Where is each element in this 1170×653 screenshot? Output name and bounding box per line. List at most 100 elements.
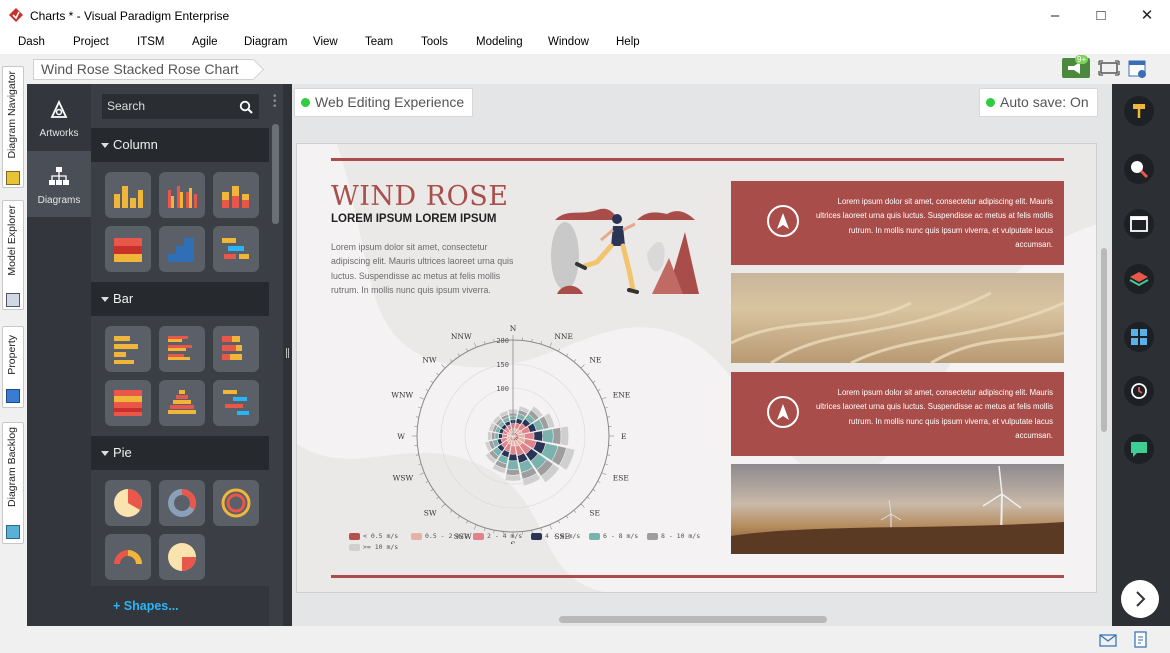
fit-page-icon[interactable] <box>1098 59 1120 77</box>
windrose-tick <box>483 341 486 345</box>
autosave-pill[interactable]: Auto save: On <box>979 88 1098 117</box>
close-button[interactable]: ✕ <box>1132 6 1162 26</box>
heat-column-thumb[interactable] <box>105 226 151 272</box>
panel-button[interactable] <box>1124 209 1154 239</box>
column-chart-thumb[interactable] <box>105 172 151 218</box>
windrose-tick <box>566 353 569 357</box>
menu-team[interactable]: Team <box>365 36 393 48</box>
legend-item: 6 - 8 m/s <box>589 532 638 540</box>
history-button[interactable] <box>1124 376 1154 406</box>
diagrams-button[interactable]: Diagrams <box>27 151 91 217</box>
diagram-canvas[interactable]: Web Editing Experience Auto save: On WIN… <box>292 84 1112 626</box>
tab-diagram-backlog-label: Diagram Backlog <box>6 427 18 507</box>
windrose-tick <box>436 496 439 500</box>
menu-modeling[interactable]: Modeling <box>476 36 523 48</box>
stacked-column-thumb[interactable] <box>213 172 259 218</box>
zoom-button[interactable] <box>1124 154 1154 184</box>
pie-variant-thumb[interactable] <box>159 534 205 580</box>
breadcrumb-label: Wind Rose Stacked Rose Chart <box>41 61 239 77</box>
group-pie-header[interactable]: Pie <box>91 436 269 470</box>
infographic-body: Lorem ipsum dolor sit amet, consectetur … <box>331 242 514 296</box>
document-edit-icon[interactable] <box>1133 631 1149 649</box>
windrose-radial-label: 150 <box>496 361 509 369</box>
stacked-bar-thumb[interactable] <box>213 326 259 372</box>
tab-diagram-navigator[interactable]: Diagram Navigator <box>2 66 24 188</box>
range-bar-thumb[interactable] <box>213 380 259 426</box>
menu-window[interactable]: Window <box>548 36 589 48</box>
wind-turbines-image <box>731 465 1064 554</box>
group-column-header[interactable]: Column <box>91 128 269 162</box>
legend-swatch <box>349 532 360 540</box>
half-donut-thumb[interactable] <box>105 534 151 580</box>
web-editing-label: Web Editing Experience <box>315 94 465 110</box>
artworks-button[interactable]: Artworks <box>27 84 91 150</box>
panel-scrollbar[interactable] <box>272 124 279 224</box>
layers-button[interactable] <box>1124 264 1154 294</box>
menu-view[interactable]: View <box>313 36 338 48</box>
heat-bar-thumb[interactable] <box>105 380 151 426</box>
ring-chart-icon <box>221 488 251 518</box>
menu-diagram[interactable]: Diagram <box>244 36 287 48</box>
group-bar-header[interactable]: Bar <box>91 282 269 316</box>
menu-itsm[interactable]: ITSM <box>137 36 164 48</box>
grouped-bar-thumb[interactable] <box>159 326 205 372</box>
windrose-tick <box>601 397 607 400</box>
maximize-button[interactable]: □ <box>1086 6 1116 26</box>
donut-chart-thumb[interactable] <box>159 480 205 526</box>
comments-button[interactable] <box>1124 434 1154 464</box>
shapes-link[interactable]: + Shapes... <box>91 586 269 626</box>
windrose-direction-label: N <box>510 324 517 333</box>
menu-agile[interactable]: Agile <box>192 36 218 48</box>
half-donut-icon <box>114 550 142 564</box>
mail-icon[interactable] <box>1099 634 1117 647</box>
legend-label: < 0.5 m/s <box>363 532 399 540</box>
windrose-tick <box>425 389 429 392</box>
bar-chart-icon <box>114 336 138 364</box>
vertical-scrollbar[interactable] <box>1101 248 1107 432</box>
windrose-direction-label: S <box>510 540 515 544</box>
windrose-tick <box>430 380 434 383</box>
infographic-page[interactable]: WIND ROSE LOREM IPSUM LOREM IPSUM Lorem … <box>296 143 1097 593</box>
format-painter-button[interactable] <box>1124 96 1154 126</box>
notification-button[interactable]: 9+ <box>1062 55 1090 78</box>
info-card-1-text: Lorem ipsum dolor sit amet, consectetur … <box>815 197 1053 249</box>
windrose-sector <box>487 431 493 441</box>
minimize-button[interactable]: – <box>1040 6 1070 26</box>
range-column-thumb[interactable] <box>213 226 259 272</box>
windrose-tick <box>531 338 533 342</box>
tab-diagram-backlog[interactable]: Diagram Backlog <box>2 422 24 544</box>
expand-panel-button[interactable] <box>1121 580 1159 618</box>
step-column-thumb[interactable] <box>159 226 205 272</box>
search-input[interactable]: Search <box>102 94 259 119</box>
web-editing-pill[interactable]: Web Editing Experience <box>294 88 474 117</box>
windrose-sector <box>491 431 496 441</box>
bar-chart-thumb[interactable] <box>105 326 151 372</box>
menu-dash[interactable]: Dash <box>18 36 45 48</box>
panel-splitter[interactable] <box>283 84 292 626</box>
tab-model-explorer[interactable]: Model Explorer <box>2 200 24 310</box>
layout-settings-icon[interactable] <box>1128 59 1148 79</box>
windrose-tick <box>457 515 460 519</box>
grouped-column-thumb[interactable] <box>159 172 205 218</box>
menu-tools[interactable]: Tools <box>421 36 448 48</box>
property-icon <box>6 389 20 403</box>
windrose-sector <box>533 430 544 442</box>
menu-help[interactable]: Help <box>616 36 640 48</box>
grid-icon <box>1131 329 1147 345</box>
grid-button[interactable] <box>1124 322 1154 352</box>
ring-chart-thumb[interactable] <box>213 480 259 526</box>
panel-menu-icon[interactable]: • • • <box>273 92 277 112</box>
windrose-radial-label: 100 <box>496 385 509 393</box>
north-arrow-icon <box>777 213 789 229</box>
horizontal-scrollbar[interactable] <box>559 616 827 623</box>
population-bar-thumb[interactable] <box>159 380 205 426</box>
legend-label: 4 - 6 m/s <box>545 532 581 540</box>
menu-project[interactable]: Project <box>73 36 109 48</box>
tab-property[interactable]: Property <box>2 326 24 408</box>
breadcrumb[interactable]: Wind Rose Stacked Rose Chart <box>33 59 254 80</box>
windrose-tick <box>597 480 601 483</box>
windrose-tick <box>580 364 585 369</box>
legend-label: 6 - 8 m/s <box>603 532 639 540</box>
windrose-tick <box>466 520 469 524</box>
pie-chart-thumb[interactable] <box>105 480 151 526</box>
